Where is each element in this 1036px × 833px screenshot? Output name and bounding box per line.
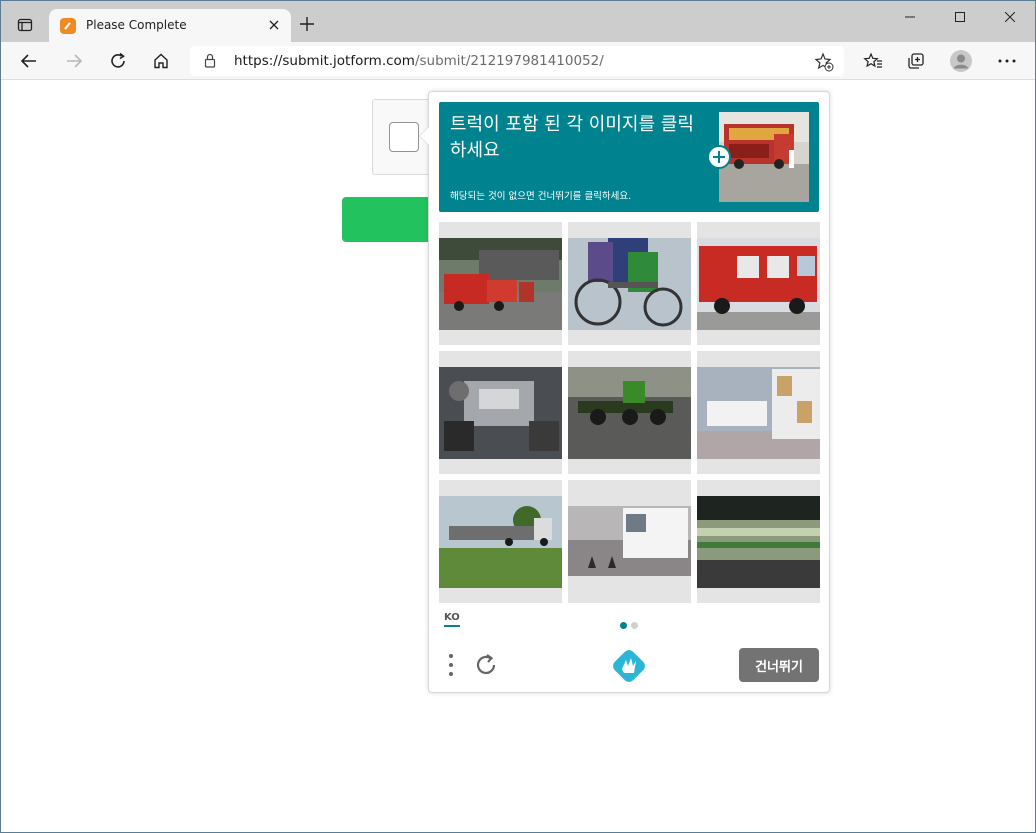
captcha-challenge: 트럭이 포함 된 각 이미지를 클릭하세요 해당되는 것이 없으면 건너뛰기를 … — [419, 91, 830, 693]
image-tile-night-train[interactable] — [697, 480, 820, 603]
image-tile-flatbed-truck-field[interactable] — [439, 480, 562, 603]
more-options-icon[interactable] — [994, 48, 1020, 74]
new-tab-icon[interactable] — [297, 14, 317, 34]
browser-window: Please Complete https://submit.jotform.c… — [0, 0, 1036, 833]
address-bar[interactable]: https://submit.jotform.com/submit/212197… — [190, 46, 844, 76]
home-icon[interactable] — [148, 48, 174, 74]
tab-close-icon[interactable] — [266, 17, 282, 33]
image-tile-bicycle-riders[interactable] — [568, 222, 691, 345]
jotform-favicon-icon — [60, 18, 76, 34]
skip-button[interactable]: 건너뛰기 — [739, 648, 819, 682]
page-indicator — [620, 622, 638, 629]
language-selector[interactable]: KO — [444, 612, 460, 627]
challenge-pointer — [419, 126, 429, 146]
profile-avatar-icon[interactable] — [948, 48, 974, 74]
maximize-icon[interactable] — [935, 1, 985, 33]
tab-strip: Please Complete — [1, 1, 1035, 42]
image-tile-fire-truck-street[interactable] — [439, 222, 562, 345]
window-controls — [885, 1, 1035, 33]
image-tile-car-engine[interactable] — [439, 351, 562, 474]
submit-button[interactable] — [342, 197, 442, 242]
forward-icon[interactable] — [61, 48, 87, 74]
browser-tab[interactable]: Please Complete — [49, 9, 291, 42]
hcaptcha-logo-icon[interactable] — [612, 649, 646, 683]
challenge-prompt: 트럭이 포함 된 각 이미지를 클릭하세요 해당되는 것이 없으면 건너뛰기를 … — [439, 102, 819, 212]
close-window-icon[interactable] — [985, 1, 1035, 33]
image-tile-green-tractor[interactable] — [568, 351, 691, 474]
tab-title: Please Complete — [86, 18, 187, 32]
favorites-icon[interactable] — [860, 48, 886, 74]
image-tile-fire-truck-side[interactable] — [697, 222, 820, 345]
back-icon[interactable] — [16, 48, 42, 74]
minimize-icon[interactable] — [885, 1, 935, 33]
captcha-checkbox[interactable] — [389, 122, 419, 152]
page-dot-active — [620, 622, 627, 629]
challenge-menu-icon[interactable] — [446, 652, 456, 678]
tab-actions-icon[interactable] — [11, 11, 39, 39]
url-text: https://submit.jotform.com/submit/212197… — [234, 53, 604, 69]
page-dot — [631, 622, 638, 629]
browser-toolbar: https://submit.jotform.com/submit/212197… — [1, 42, 1035, 80]
refresh-page-icon[interactable] — [105, 48, 131, 74]
lock-icon — [204, 53, 216, 68]
add-favorite-icon[interactable] — [814, 52, 834, 72]
image-tile-white-truck-cones[interactable] — [568, 480, 691, 603]
example-expand-icon[interactable] — [707, 145, 731, 169]
image-tile-trailer-truck[interactable] — [697, 351, 820, 474]
prompt-text: 트럭이 포함 된 각 이미지를 클릭하세요 — [450, 114, 694, 161]
example-image — [719, 112, 809, 202]
url-path: /submit/212197981410052/ — [414, 53, 604, 69]
refresh-challenge-icon[interactable] — [473, 652, 499, 678]
url-host: https://submit.jotform.com — [234, 53, 415, 69]
collections-icon[interactable] — [903, 48, 929, 74]
image-grid — [439, 222, 820, 603]
prompt-subtext: 해당되는 것이 없으면 건너뛰기를 클릭하세요. — [450, 191, 632, 202]
